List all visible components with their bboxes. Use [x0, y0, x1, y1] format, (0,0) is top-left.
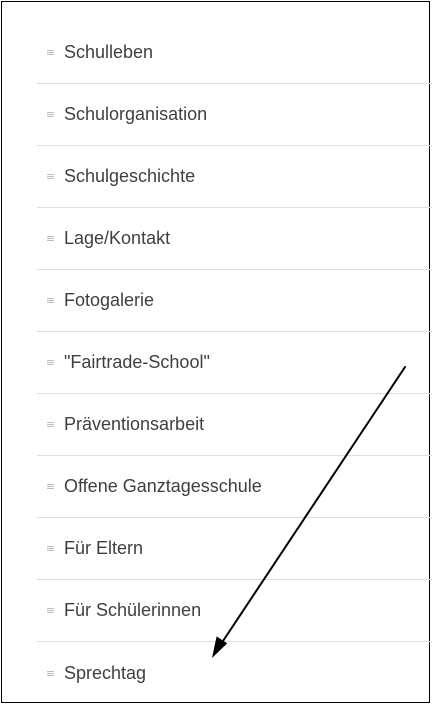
sidebar-menu: Schulleben Schulorganisation Schulgeschi…: [37, 22, 432, 704]
menu-item-fairtrade-school[interactable]: "Fairtrade-School": [37, 332, 432, 394]
bullet-icon: [47, 236, 54, 241]
menu-item-label: Für Schülerinnen: [64, 600, 202, 620]
bullet-icon: [47, 608, 54, 613]
menu-item-label: Schulorganisation: [64, 104, 208, 124]
menu-item-label: Präventionsarbeit: [64, 414, 205, 434]
menu-item-schulleben[interactable]: Schulleben: [37, 22, 432, 84]
menu-item-label: Für Eltern: [64, 538, 144, 558]
menu-item-fuer-eltern[interactable]: Für Eltern: [37, 518, 432, 580]
bullet-icon: [47, 298, 54, 303]
menu-item-fotogalerie[interactable]: Fotogalerie: [37, 270, 432, 332]
menu-item-fuer-schuelerinnen[interactable]: Für Schülerinnen: [37, 580, 432, 642]
menu-item-lage-kontakt[interactable]: Lage/Kontakt: [37, 208, 432, 270]
bullet-icon: [47, 422, 54, 427]
bullet-icon: [47, 112, 54, 117]
menu-item-schulgeschichte[interactable]: Schulgeschichte: [37, 146, 432, 208]
menu-item-label: Schulleben: [64, 42, 154, 62]
menu-item-schulorganisation[interactable]: Schulorganisation: [37, 84, 432, 146]
menu-item-offene-ganztagesschule[interactable]: Offene Ganztagesschule: [37, 456, 432, 518]
menu-item-label: "Fairtrade-School": [64, 352, 210, 372]
menu-item-sprechtag[interactable]: Sprechtag: [37, 642, 432, 704]
bullet-icon: [47, 360, 54, 365]
bullet-icon: [47, 546, 54, 551]
bullet-icon: [47, 484, 54, 489]
menu-item-label: Schulgeschichte: [64, 166, 196, 186]
bullet-icon: [47, 174, 54, 179]
menu-item-label: Fotogalerie: [64, 290, 155, 310]
bullet-icon: [47, 50, 54, 55]
menu-item-praeventionsarbeit[interactable]: Präventionsarbeit: [37, 394, 432, 456]
menu-item-label: Sprechtag: [64, 662, 147, 683]
menu-item-label: Lage/Kontakt: [64, 228, 171, 248]
bullet-icon: [47, 670, 54, 676]
menu-item-label: Offene Ganztagesschule: [64, 476, 262, 496]
